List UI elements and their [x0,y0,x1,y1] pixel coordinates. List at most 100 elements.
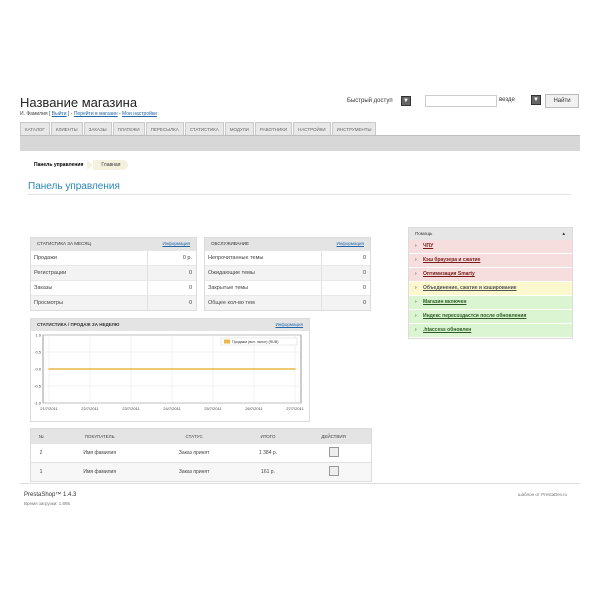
data-point [130,368,132,370]
data-point [89,368,91,370]
search-scope-select[interactable]: везде ▼ [499,95,541,105]
x-tick-label: 26/7/2011 [245,406,263,411]
footer-divider [20,483,580,484]
breadcrumb-current: Главная [93,160,129,170]
table-row[interactable]: 2 Имя фамилия Заказ принят 1 384 р. [31,443,371,463]
table-row[interactable]: 1 Имя фамилия Заказ принят 161 р. [31,462,371,481]
service-value: 0 [321,296,370,310]
tab-catalog[interactable]: Каталог [20,122,50,136]
col-total: Итого [239,429,297,444]
service-value: 0 [321,251,370,265]
x-tick-label: 25/7/2011 [204,406,222,411]
tab-stats[interactable]: Статистика [184,122,224,136]
service-panel: Обслуживание Информация Непрочитанные те… [204,237,371,311]
collapse-icon[interactable]: ▲ [562,228,566,240]
service-label: Закрытые темы [208,285,249,291]
tab-modules[interactable]: Модули [224,122,254,136]
quick-access-select[interactable]: Быстрый доступ ▼ [346,95,412,107]
col-status: Статус [148,429,240,444]
view-order-icon[interactable] [328,447,339,457]
x-tick-label: 22/7/2011 [81,406,99,411]
col-customer: Покупатель [51,429,149,444]
search-input[interactable] [425,95,497,107]
tab-tools[interactable]: Инструменты [331,122,377,136]
data-point [171,368,173,370]
stats-row: Просмотры 0 [31,295,196,310]
tab-customers[interactable]: Клиенты [50,122,83,136]
tab-shipping[interactable]: Пересылка [145,122,184,136]
tab-employees[interactable]: Работники [254,122,293,136]
order-total: 161 р. [239,462,297,481]
y-tick-label: -1.0 [34,401,42,406]
weekly-header: Статистика / продаж за неделю Информация [31,319,309,331]
service-label: Ожидающие темы [208,270,255,276]
title-divider [28,194,571,195]
my-settings-link[interactable]: Мои настройки [122,111,157,117]
view-order-icon[interactable] [328,466,339,476]
tab-preferences[interactable]: Настройки [293,122,331,136]
main-tabs: Каталог Клиенты Заказы Платежи Пересылка… [20,122,377,136]
shop-title: Название магазина [20,95,138,110]
weekly-title: Статистика / продаж за неделю [37,322,120,327]
order-id: 2 [31,443,51,463]
data-point [212,368,214,370]
tab-orders[interactable]: Заказы [83,122,112,136]
y-tick-label: 1.0 [35,333,41,338]
help-item-shop-enabled[interactable]: Магазин включен [409,296,572,310]
data-point [253,368,255,370]
breadcrumb: Панель управления Главная [30,160,129,170]
sales-chart: 1.0 0.5 0.0 -0.5 -1.021/7/2011 22/7/2011 23/7/… [34,333,304,412]
page-title: Панель управления [28,181,120,192]
help-item-browser-cache[interactable]: Кэш браузера и сжатие [409,254,572,268]
col-actions: Действия [296,429,371,444]
help-item-htaccess[interactable]: .htaccess обновлен [409,324,572,338]
stats-value: 0 [147,296,196,310]
order-id: 1 [31,462,51,481]
data-point [48,368,50,370]
legend-swatch [224,339,230,344]
goto-shop-link[interactable]: Перейти в магазин [74,111,118,117]
x-tick-label: 24/7/2011 [163,406,181,411]
order-total: 1 384 р. [239,443,297,463]
stats-row: Регистрации 0 [31,265,196,280]
weekly-sales-panel: Статистика / продаж за неделю Информация… [30,318,310,422]
y-tick-label: -0.5 [34,384,42,389]
service-row: Ожидающие темы 0 [205,265,370,280]
service-value: 0 [321,266,370,280]
chevron-down-icon: ▼ [401,96,411,106]
help-item-ccc[interactable]: Объединение, сжатие и кэширование [409,282,572,296]
logout-link[interactable]: Выйти [52,111,67,117]
stats-label: Заказы [34,285,53,291]
orders-panel: № Покупатель Статус Итого Действия 2 Имя… [30,428,372,482]
stats-row: Заказы 0 [31,280,196,295]
service-title: Обслуживание [211,241,250,246]
template-credits: шаблон от PrestaDev.ru [518,492,568,497]
stats-label: Регистрации [34,270,67,276]
orders-table: № Покупатель Статус Итого Действия 2 Имя… [31,429,371,481]
user-line: И. Фамилия [ Выйти ] - Перейти в магазин… [20,111,157,117]
stats-month-title: Статистика за месяц [37,241,91,246]
service-more-link[interactable]: Информация [336,238,364,250]
weekly-more-link[interactable]: Информация [275,319,303,331]
stats-value: 0 [147,281,196,295]
y-tick-label: 0.5 [35,350,41,355]
help-item-smarty[interactable]: Оптимизация Smarty [409,268,572,282]
stats-value: 0 р. [147,251,196,265]
y-tick-label: 0.0 [35,367,41,372]
help-panel: Помощь ▲ ЧПУ Кэш браузера и сжатие Оптим… [408,227,573,339]
help-item-index[interactable]: Индекс пересоздастся после обновления [409,310,572,324]
user-name: И. Фамилия [20,111,48,117]
order-status: Заказ принят [148,462,240,481]
service-row: Закрытые темы 0 [205,280,370,295]
stats-month-more-link[interactable]: Информация [162,238,190,250]
search-button[interactable]: Найти [545,94,579,108]
quick-access-label: Быстрый доступ [347,98,393,104]
breadcrumb-root[interactable]: Панель управления [30,162,87,168]
stats-month-panel: Статистика за месяц Информация Продажи 0 … [30,237,197,311]
stats-label: Просмотры [34,300,64,306]
tab-payments[interactable]: Платежи [112,122,145,136]
col-id: № [31,429,51,444]
service-header: Обслуживание Информация [205,238,370,250]
search-scope-label: везде [499,97,515,103]
help-item-friendly-url[interactable]: ЧПУ [409,240,572,254]
